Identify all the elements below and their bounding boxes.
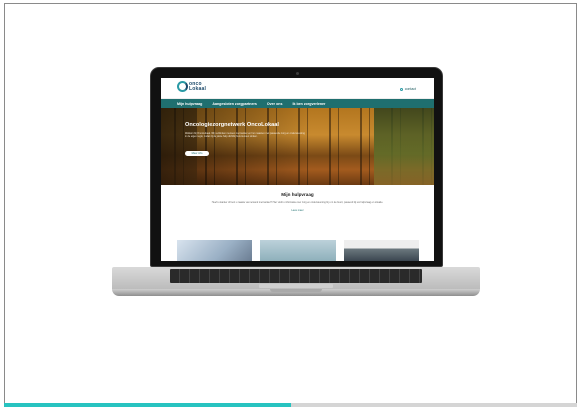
card-image-3[interactable] [343, 240, 419, 261]
hero-title: Oncologiezorgnetwerk OncoLokaal [185, 122, 279, 128]
hero-overlay [161, 108, 311, 185]
site-nav: Mijn hulpvraag Aangesloten zorgpartners … [161, 99, 434, 108]
laptop-screen: onco Lokaal contact Mijn hulpvraag Aange… [161, 78, 434, 261]
hero-text: Welkom bij OncoLokaal. Wij verbinden men… [185, 132, 305, 139]
hero-button[interactable]: Meer info [185, 151, 209, 156]
site-logo[interactable]: onco Lokaal [177, 81, 206, 92]
progress-bar-fill [4, 403, 291, 407]
laptop-notch [270, 289, 322, 292]
nav-item-aangesloten-zorgpartners[interactable]: Aangesloten zorgpartners [212, 102, 257, 106]
section-text: Heeft u kanker of bent u naaste van iema… [211, 201, 384, 204]
section-title: Mijn hulpvraag [281, 192, 314, 197]
onco-ring-logo-icon [177, 81, 188, 92]
webcam-icon [296, 72, 299, 75]
keyboard [170, 269, 422, 283]
card-row [177, 240, 419, 261]
card-image-2[interactable] [260, 240, 336, 261]
section-link[interactable]: Lees meer [161, 209, 434, 212]
progress-bar [4, 403, 577, 407]
nav-item-ik-ben-zorgverlener[interactable]: Ik ben zorgverlener [292, 102, 325, 106]
logo-wordmark: onco Lokaal [189, 81, 207, 92]
laptop-lid: onco Lokaal contact Mijn hulpvraag Aange… [150, 67, 443, 267]
hero-banner: Oncologiezorgnetwerk OncoLokaal Welkom b… [161, 108, 434, 185]
laptop-deck [112, 267, 480, 289]
nav-item-mijn-hulpvraag[interactable]: Mijn hulpvraag [177, 102, 202, 106]
logo-line-2: Lokaal [189, 85, 207, 92]
contact-link[interactable]: contact [399, 87, 416, 91]
contact-icon [399, 87, 403, 91]
hero-image-right [374, 108, 434, 185]
laptop-base [112, 267, 480, 298]
contact-label: contact [404, 87, 416, 91]
nav-item-over-ons[interactable]: Over ons [267, 102, 283, 106]
intro-section: Mijn hulpvraag Heeft u kanker of bent u … [161, 185, 434, 212]
card-image-1[interactable] [177, 240, 253, 261]
trackpad [259, 284, 333, 288]
site-header: onco Lokaal contact [161, 78, 434, 99]
